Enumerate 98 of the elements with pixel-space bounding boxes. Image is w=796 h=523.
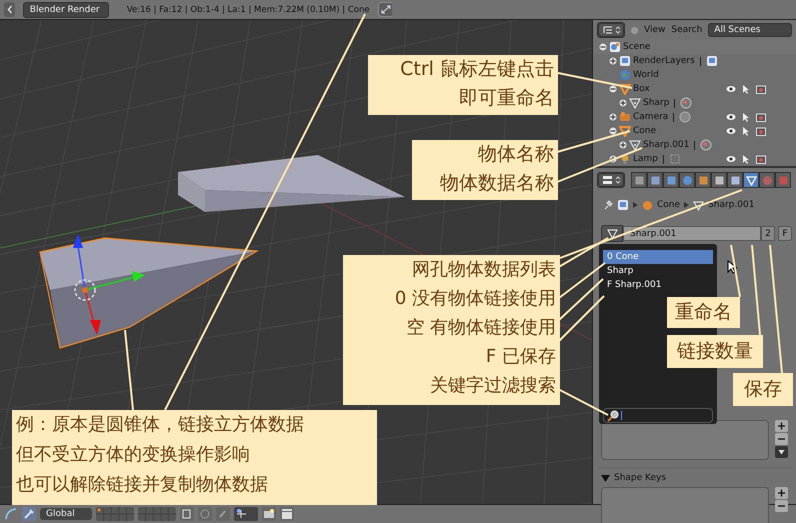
annotation-text: 例：原本是圆锥体，链接立方体数据 <box>16 413 305 437</box>
menu-item[interactable]: 0 Cone <box>603 250 713 264</box>
annotation-text: 链接数量 <box>676 339 754 364</box>
annotation-text: 关键字过滤搜索 <box>429 374 556 398</box>
annotation-text: 保存 <box>743 377 783 402</box>
annotation-text: 物体数据名称 <box>439 171 554 196</box>
render-icon[interactable] <box>262 507 276 521</box>
render-engine-dropdown[interactable]: Blender Render <box>22 2 109 18</box>
eye-icon[interactable] <box>726 127 736 135</box>
editor-type-button[interactable] <box>597 172 625 188</box>
annotation-text: 网孔物体数据列表 <box>411 258 556 282</box>
annotation-text: 即可重命名 <box>458 86 554 111</box>
search-icon <box>607 410 619 422</box>
outliner-item[interactable]: Cone <box>633 126 656 136</box>
breadcrumb-arrow-icon <box>633 202 638 208</box>
breadcrumb-arrow-icon <box>684 202 690 208</box>
panel-title[interactable]: Shape Keys <box>614 473 666 483</box>
transform-gizmo-drawing[interactable] <box>73 234 145 335</box>
remove-button[interactable] <box>775 433 788 445</box>
menu-item[interactable]: F Sharp.001 <box>603 278 713 292</box>
sphere-icon <box>762 174 772 186</box>
image-icon <box>619 55 631 67</box>
outliner-item[interactable]: Sharp.001 <box>643 140 690 150</box>
fake-user-button[interactable]: F <box>778 226 792 240</box>
annotation-text: 物体名称 <box>477 142 554 167</box>
menu-item[interactable]: Sharp <box>603 264 713 278</box>
view-menu[interactable]: View <box>644 25 666 35</box>
triangle-icon <box>619 125 631 137</box>
add-button[interactable] <box>775 420 788 432</box>
outliner-item[interactable]: RenderLayers <box>633 56 695 66</box>
curve-icon[interactable] <box>4 507 18 521</box>
search-menu[interactable]: Search <box>671 25 702 35</box>
outliner-item[interactable]: World <box>633 70 659 80</box>
eye-icon[interactable] <box>726 85 736 93</box>
annotation-text: 空 有物体链接使用 <box>405 316 556 340</box>
outliner-item[interactable]: Sharp <box>643 98 670 108</box>
properties-tab[interactable] <box>711 172 727 188</box>
scene-stats: Ve:16 | Fa:12 | Ob:1-4 | La:1 | Mem:7.22M (0.10M) | Cone <box>126 4 370 14</box>
lamp-icon <box>619 153 631 165</box>
mesh-icon <box>629 139 641 151</box>
editor-type-button[interactable] <box>597 22 625 38</box>
annotation-text: 也可以解除链接并复制物体数据 <box>16 473 269 497</box>
eye-icon[interactable] <box>726 155 736 163</box>
cursor-icon[interactable] <box>742 84 750 94</box>
globe-icon <box>619 69 631 81</box>
restore-icon[interactable] <box>378 2 392 17</box>
mesh-icon <box>693 200 704 210</box>
material-icon <box>680 97 692 109</box>
mouse-pointer-icon <box>727 260 737 274</box>
object-icon <box>642 200 653 210</box>
cursor-icon[interactable] <box>742 154 750 164</box>
menu-button[interactable] <box>775 446 788 458</box>
globe-icon <box>682 174 692 186</box>
orientation-dropdown[interactable]: Global <box>40 508 92 520</box>
clapperboard-icon[interactable] <box>280 507 294 521</box>
breadcrumb-item: Sharp.001 <box>708 200 754 210</box>
outliner-item[interactable]: Box <box>633 84 650 94</box>
wedge-mesh[interactable] <box>178 155 405 212</box>
properties-tab[interactable] <box>727 172 743 188</box>
snap-dropdown[interactable] <box>234 507 258 521</box>
image-icon <box>706 55 718 67</box>
add-button[interactable] <box>775 487 788 499</box>
annotation-text: 重命名 <box>674 300 733 325</box>
lamp-data-icon <box>669 153 682 165</box>
expand-toggle[interactable] <box>609 113 617 121</box>
expand-toggle[interactable] <box>609 155 617 163</box>
mesh-icon <box>629 97 641 109</box>
search-field[interactable] <box>603 408 713 423</box>
properties-tab[interactable] <box>743 172 759 188</box>
manipulator-icon[interactable] <box>22 507 36 521</box>
annotation-text: 但不受立方体的变换操作影响 <box>16 443 251 467</box>
collapse-toggle[interactable] <box>609 127 617 135</box>
annotation-text: Ctrl 鼠标左键点击 <box>399 57 554 82</box>
collapse-toggle[interactable] <box>599 43 607 51</box>
expand-toggle[interactable] <box>619 99 627 107</box>
camera-data-icon <box>679 111 692 123</box>
breadcrumb-item: Cone <box>657 200 680 210</box>
collapse-arrow-icon[interactable] <box>601 474 610 482</box>
material-icon <box>700 139 712 151</box>
outliner-item[interactable]: Camera <box>633 112 668 122</box>
mesh-icon <box>606 228 618 238</box>
outliner-item[interactable]: Scene <box>623 42 650 52</box>
annotation-text: 0 没有物体链接使用 <box>394 287 556 311</box>
eye-icon[interactable] <box>726 113 736 121</box>
user-count-button[interactable]: 2 <box>761 226 775 240</box>
expand-toggle[interactable] <box>609 57 617 65</box>
selected-wedge-mesh[interactable] <box>39 237 259 349</box>
remove-button[interactable] <box>775 500 788 512</box>
display-mode-dropdown[interactable]: All Scenes <box>708 23 792 37</box>
annotation-text: F 已保存 <box>484 345 556 369</box>
pin-icon[interactable] <box>603 200 613 210</box>
vertex-group-list[interactable] <box>601 420 769 460</box>
collapse-toggle[interactable] <box>609 85 617 93</box>
triangle-icon <box>619 83 631 95</box>
outliner-item[interactable]: Lamp <box>633 154 658 164</box>
datablock-name-field[interactable]: Sharp.001 <box>623 226 761 240</box>
mesh-icon <box>746 174 756 186</box>
expand-toggle[interactable] <box>619 141 627 149</box>
